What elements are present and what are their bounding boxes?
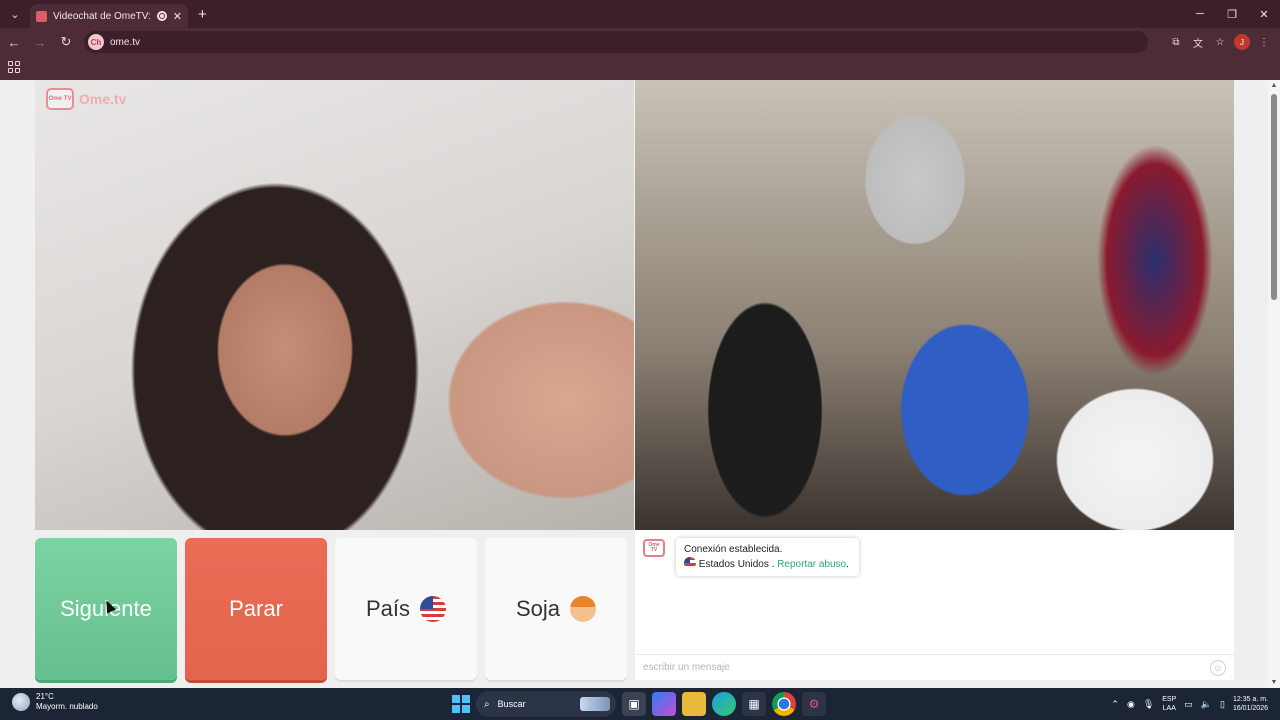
network-icon[interactable]: ▭ (1184, 699, 1193, 710)
tab-ometv[interactable]: Videochat de OmeTV: una ✕ (30, 4, 188, 28)
ometv-logo: Ome TV Ome.tv (46, 88, 126, 110)
back-icon[interactable]: ← (2, 30, 26, 54)
stop-button[interactable]: Parar (185, 538, 327, 680)
favicon-icon (36, 10, 47, 22)
bookmark-star-icon[interactable]: ☆ (1212, 34, 1228, 50)
install-app-icon[interactable]: ⧉ (1168, 34, 1184, 50)
apps-grid-icon[interactable] (8, 61, 20, 73)
weather-widget[interactable]: 21°C Mayorm. nublado (12, 692, 98, 712)
url-text[interactable]: ome.tv (110, 37, 140, 48)
system-message: Conexión establecida. Estados Unidos . R… (676, 538, 859, 576)
translate-icon[interactable]: 文 (1190, 34, 1206, 50)
system-tray: ⌃ ◉ 🎙 ESP LAA ▭ 🔈 ▯ 12:35 a. m. 16/01/20… (1111, 691, 1268, 717)
lang-bottom: LAA (1162, 705, 1176, 712)
scroll-down-icon[interactable]: ▼ (1270, 679, 1278, 686)
tab-strip: ⌄ Videochat de OmeTV: una ✕ + ─ ❐ ✕ (0, 0, 1280, 28)
edge-icon[interactable] (712, 692, 736, 716)
scroll-thumb[interactable] (1271, 94, 1277, 300)
chat-input-bar: ☺ (635, 654, 1234, 680)
toolbar-icons: ⧉ 文 ☆ J ⋮ (1168, 28, 1272, 56)
search-highlight-icon (580, 697, 610, 711)
browser-toolbar: ← → ↻ Ch ome.tv ⧉ 文 ☆ J ⋮ (0, 28, 1280, 56)
search-label: Buscar (497, 699, 526, 709)
country-label: País (365, 596, 411, 621)
local-video: Ome TV Ome.tv (35, 80, 634, 530)
scroll-up-icon[interactable]: ▲ (1270, 82, 1278, 89)
taskbar-apps: ⌕ Buscar ▣ ▦ ⚙ (452, 691, 826, 717)
file-explorer-icon[interactable] (682, 692, 706, 716)
recording-icon (156, 11, 167, 21)
clock-date: 16/01/2026 (1232, 705, 1268, 712)
country-button[interactable]: País (335, 538, 477, 680)
separator-dot: . (771, 559, 775, 570)
window-controls: ─ ❐ ✕ (1184, 0, 1280, 28)
weather-text: 21°C Mayorm. nublado (36, 692, 98, 712)
stop-label: Parar (229, 596, 283, 621)
lang-top: ESP (1162, 696, 1177, 703)
microphone-icon[interactable]: 🎙 (1143, 699, 1154, 710)
boy-avatar-icon (570, 596, 597, 622)
task-view-icon[interactable]: ▣ (622, 692, 646, 716)
forward-icon[interactable]: → (28, 30, 52, 54)
partner-country: Estados Unidos (698, 559, 769, 570)
restore-icon[interactable]: ❐ (1216, 0, 1248, 28)
chat-panel: Ome TV Conexión establecida. Estados Uni… (635, 530, 1234, 680)
new-tab-icon[interactable]: + (198, 6, 207, 23)
gender-label: Soja (515, 596, 561, 621)
copilot-icon[interactable] (652, 692, 676, 716)
address-bar[interactable]: Ch ome.tv (84, 31, 1148, 53)
us-flag-small-icon (684, 557, 696, 569)
chat-tv-logo-icon: Ome TV (643, 539, 665, 557)
close-tab-icon[interactable]: ✕ (173, 10, 182, 23)
temperature: 21°C (36, 692, 54, 701)
reload-icon[interactable]: ↻ (54, 30, 78, 54)
minimize-icon[interactable]: ─ (1184, 0, 1216, 28)
battery-icon[interactable]: ▯ (1220, 699, 1225, 710)
clock-time: 12:35 a. m. (1232, 696, 1268, 703)
chrome-icon[interactable] (772, 692, 796, 716)
logo-text: Ome.tv (79, 91, 127, 107)
us-flag-icon (420, 596, 447, 622)
page-scrollbar[interactable]: ▲ ▼ (1268, 80, 1280, 688)
partner-country-line: Estados Unidos . Reportar abuso. (684, 557, 851, 572)
weather-condition: Mayorm. nublado (36, 702, 98, 711)
menu-kebab-icon[interactable]: ⋮ (1256, 34, 1272, 50)
windows-taskbar: 21°C Mayorm. nublado ⌕ Buscar ▣ ▦ ⚙ ⌃ ◉ … (0, 688, 1280, 720)
close-window-icon[interactable]: ✕ (1248, 0, 1280, 28)
tab-title: Videochat de OmeTV: una (53, 10, 151, 22)
bookmarks-bar (0, 56, 1280, 80)
tray-app-icon[interactable]: ◉ (1127, 699, 1135, 710)
report-abuse-link[interactable]: Reportar abuso (777, 559, 846, 570)
language-indicator[interactable]: ESP LAA (1162, 695, 1176, 713)
site-info-icon[interactable]: Ch (88, 34, 104, 50)
tab-search-icon[interactable]: ⌄ (4, 3, 26, 25)
clock[interactable]: 12:35 a. m. 16/01/2026 (1233, 695, 1268, 713)
gender-button[interactable]: Soja (485, 538, 627, 680)
extra-app-icon[interactable]: ⚙ (802, 692, 826, 716)
profile-avatar[interactable]: J (1234, 34, 1250, 50)
tv-logo-icon: Ome TV (46, 88, 74, 110)
ometv-page: Ome TV Ome.tv Siguiente Parar País Soja … (0, 80, 1280, 688)
message-input[interactable] (643, 662, 1203, 673)
remote-video (635, 80, 1234, 530)
tray-chevron-icon[interactable]: ⌃ (1111, 699, 1119, 710)
trailing-dot: . (846, 559, 849, 570)
connection-status: Conexión establecida. (684, 544, 783, 555)
emoji-icon[interactable]: ☺ (1210, 660, 1226, 676)
search-icon: ⌕ (484, 698, 490, 710)
cloud-weather-icon (12, 693, 30, 711)
windows-start-icon[interactable] (452, 695, 470, 713)
taskbar-search[interactable]: ⌕ Buscar (476, 691, 616, 717)
store-icon[interactable]: ▦ (742, 692, 766, 716)
volume-icon[interactable]: 🔈 (1201, 699, 1212, 710)
